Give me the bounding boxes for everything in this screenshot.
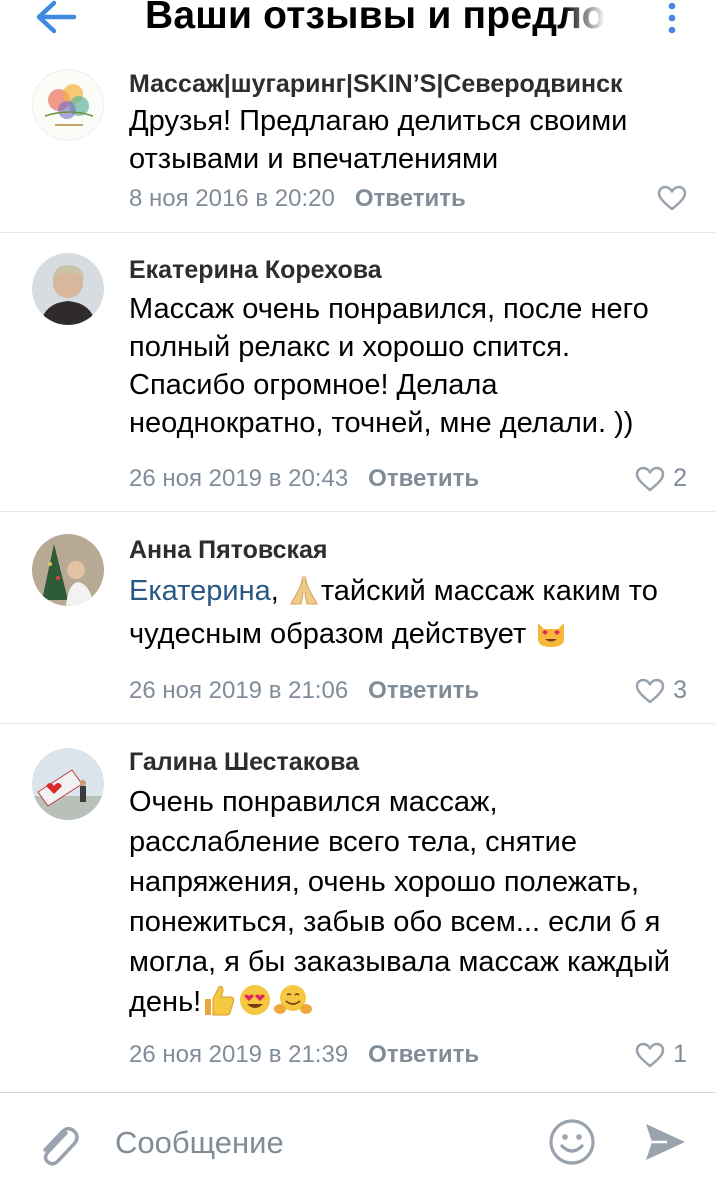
paperclip-icon[interactable] bbox=[36, 1121, 80, 1169]
heart-icon bbox=[635, 678, 665, 703]
comment-text: Массаж очень понравился, после него полн… bbox=[129, 293, 649, 439]
comment-item: Анна Пятовская Екатерина, тайский массаж… bbox=[0, 512, 715, 724]
avatar-photo bbox=[32, 534, 104, 606]
message-composer: Сообщение bbox=[0, 1092, 715, 1191]
heart-icon bbox=[657, 185, 687, 211]
comment-date: 26 ноя 2019 в 21:39 bbox=[129, 1041, 349, 1068]
top-bar: Ваши отзывы и предложения bbox=[0, 0, 715, 52]
praying-hands-icon bbox=[290, 575, 318, 605]
comment-text: Очень понравился массаж, расслабление вс… bbox=[129, 782, 674, 1022]
avatar[interactable] bbox=[32, 534, 104, 606]
like-count: 3 bbox=[673, 676, 687, 704]
reply-button[interactable]: Ответить bbox=[355, 185, 466, 212]
comment-meta: 26 ноя 2019 в 21:06 Ответить bbox=[129, 677, 479, 705]
comment-author[interactable]: Массаж|шугаринг|SKIN’S|Северодвинск bbox=[129, 70, 623, 99]
mention-link[interactable]: Екатерина bbox=[129, 575, 271, 607]
avatar-photo bbox=[32, 748, 104, 820]
like-count: 2 bbox=[673, 464, 687, 492]
arrow-left-icon[interactable] bbox=[34, 0, 78, 40]
comment-text: Екатерина, тайский массаж каким то чудес… bbox=[129, 575, 658, 650]
avatar[interactable] bbox=[32, 253, 104, 325]
like-button[interactable]: 3 bbox=[635, 676, 687, 705]
smile-icon[interactable] bbox=[548, 1118, 596, 1166]
comment-author[interactable]: Анна Пятовская bbox=[129, 536, 328, 565]
avatar[interactable] bbox=[32, 748, 104, 820]
like-button[interactable]: 2 bbox=[635, 464, 687, 493]
thumbs-up-icon bbox=[205, 986, 235, 1016]
smiling-cat-heart-eyes-icon bbox=[538, 623, 565, 647]
heart-icon bbox=[635, 1042, 665, 1067]
comment-date: 26 ноя 2019 в 21:06 bbox=[129, 677, 349, 704]
comment-meta: 8 ноя 2016 в 20:20 Ответить bbox=[129, 185, 466, 213]
reply-button[interactable]: Ответить bbox=[368, 465, 479, 492]
comment-date: 26 ноя 2019 в 20:43 bbox=[129, 465, 349, 492]
page-title: Ваши отзывы и предложения bbox=[145, 0, 613, 38]
heart-icon bbox=[635, 466, 665, 491]
comment-item: Галина Шестакова Очень понравился массаж… bbox=[0, 724, 715, 1088]
avatar-logo-image bbox=[44, 84, 94, 126]
like-count: 1 bbox=[673, 1040, 687, 1068]
like-button[interactable] bbox=[657, 185, 687, 211]
heart-eyes-face-icon bbox=[240, 985, 271, 1015]
more-vertical-icon[interactable] bbox=[664, 2, 680, 36]
comment-meta: 26 ноя 2019 в 20:43 Ответить bbox=[129, 465, 479, 493]
reply-button[interactable]: Ответить bbox=[368, 677, 479, 704]
comment-author[interactable]: Галина Шестакова bbox=[129, 748, 359, 777]
comment-list: Массаж|шугаринг|SKIN’S|Северодвинск Друз… bbox=[0, 52, 715, 1088]
message-input[interactable]: Сообщение bbox=[115, 1125, 284, 1161]
comment-meta: 26 ноя 2019 в 21:39 Ответить bbox=[129, 1041, 479, 1069]
hugging-face-icon bbox=[274, 985, 313, 1014]
comment-item: Екатерина Корехова Массаж очень понравил… bbox=[0, 233, 715, 512]
comment-date: 8 ноя 2016 в 20:20 bbox=[129, 185, 335, 212]
comment-text: Друзья! Предлагаю делиться своими отзыва… bbox=[129, 105, 628, 175]
avatar[interactable] bbox=[32, 69, 104, 141]
avatar-photo bbox=[32, 253, 104, 325]
comment-author[interactable]: Екатерина Корехова bbox=[129, 256, 382, 285]
comment-item: Массаж|шугаринг|SKIN’S|Северодвинск Друз… bbox=[0, 52, 715, 233]
send-icon[interactable] bbox=[643, 1121, 687, 1163]
like-button[interactable]: 1 bbox=[635, 1040, 687, 1069]
reply-button[interactable]: Ответить bbox=[368, 1041, 479, 1068]
